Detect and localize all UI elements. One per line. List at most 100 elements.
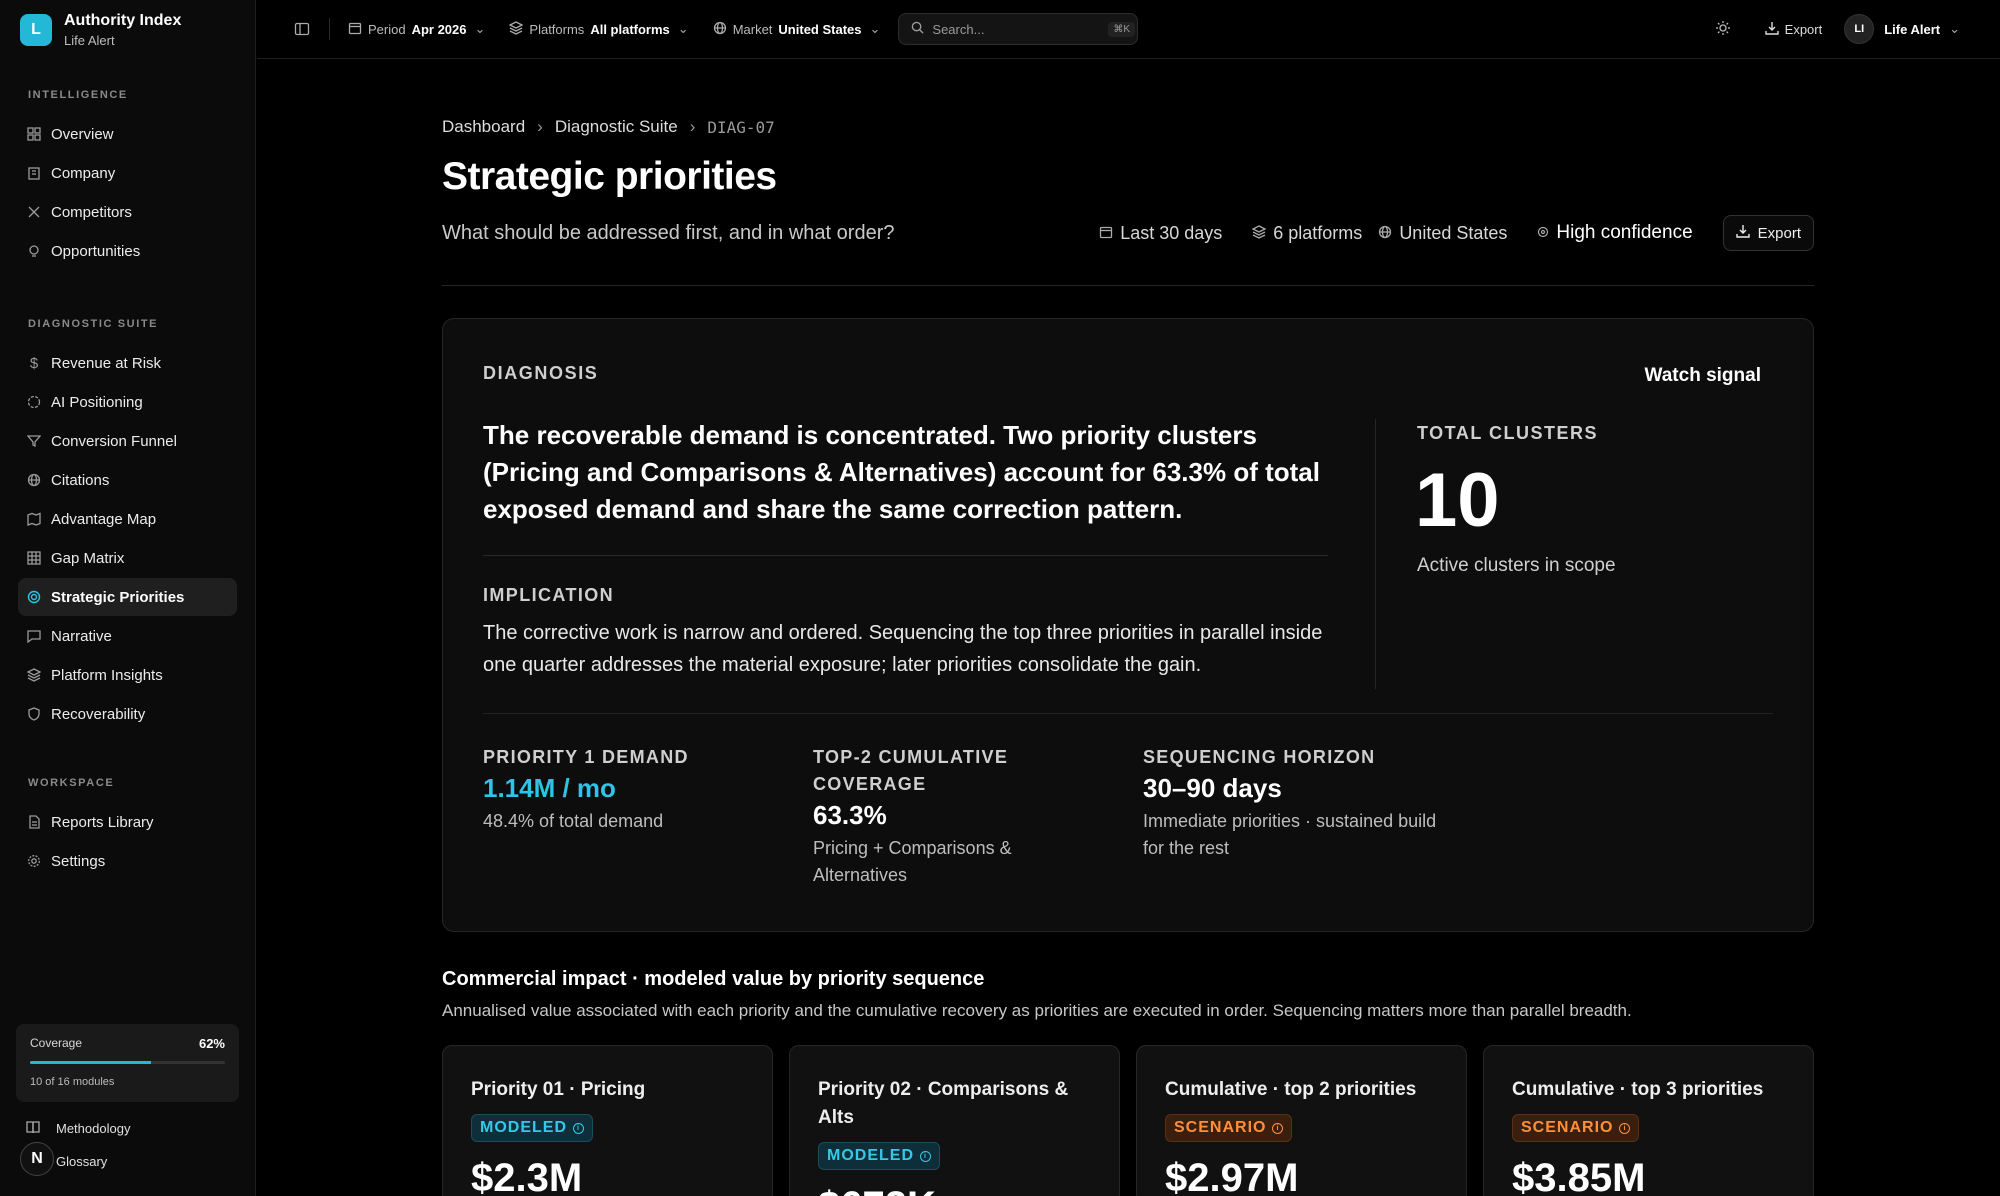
chevron-down-icon: ⌄	[1949, 21, 1960, 36]
coverage-progress-fill	[30, 1061, 151, 1064]
brand-title: Authority Index	[64, 11, 182, 29]
stat-label: TOP-2 CUMULATIVE COVERAGE	[813, 747, 1009, 794]
meta-range-label: Last 30 days	[1120, 222, 1223, 243]
sidebar-item-conversion-funnel[interactable]: Conversion Funnel	[18, 422, 237, 460]
impact-card[interactable]: Priority 01 · Pricing MODELED i $2.3M	[442, 1045, 773, 1196]
modeled-badge[interactable]: MODELED i	[471, 1114, 593, 1142]
sidebar-item-label: Revenue at Risk	[51, 354, 162, 372]
platforms-value: All platforms	[590, 21, 670, 37]
n-badge[interactable]: N	[20, 1142, 54, 1176]
nav-section-label: WORKSPACE	[28, 777, 115, 789]
search-box[interactable]: ⌘K	[898, 13, 1139, 45]
sidebar-item-advantage-map[interactable]: Advantage Map	[18, 500, 237, 538]
layers-icon	[26, 667, 42, 683]
breadcrumb-diagnostic-suite[interactable]: Diagnostic Suite	[555, 117, 678, 137]
breadcrumb-dashboard[interactable]: Dashboard	[442, 117, 525, 137]
sidebar-item-platform-insights[interactable]: Platform Insights	[18, 656, 237, 694]
glossary-link[interactable]: Glossary	[56, 1154, 107, 1169]
impact-card[interactable]: Cumulative · top 3 priorities SCENARIO i …	[1483, 1045, 1814, 1196]
sidebar-item-label: Company	[51, 164, 116, 182]
avatar: LI	[1844, 14, 1875, 44]
sidebar-item-overview[interactable]: Overview	[18, 115, 237, 153]
theme-toggle-icon[interactable]	[1715, 20, 1731, 39]
total-clusters-value: 10	[1415, 458, 1500, 543]
sidebar-item-citations[interactable]: Citations	[18, 461, 237, 499]
sidebar-item-label: Gap Matrix	[51, 549, 125, 567]
coverage-subtext: 10 of 16 modules	[30, 1076, 115, 1088]
sidebar-item-settings[interactable]: Settings	[18, 842, 237, 880]
chevron-down-icon: ⌄	[474, 21, 486, 36]
sidebar-item-ai-positioning[interactable]: AI Positioning	[18, 383, 237, 421]
meta-platforms: 6 platforms	[1251, 222, 1363, 244]
badge-label: MODELED	[480, 1119, 567, 1136]
brand-logo: L	[20, 13, 52, 46]
meta-confidence-label: High confidence	[1556, 222, 1693, 243]
commercial-impact-title: Commercial impact · modeled value by pri…	[442, 968, 985, 990]
info-icon: i	[1619, 1122, 1631, 1134]
sidebar-item-label: Platform Insights	[51, 666, 163, 684]
info-icon: i	[573, 1122, 584, 1134]
coverage-label: Coverage	[30, 1036, 83, 1050]
sidebar-item-strategic-priorities[interactable]: Strategic Priorities	[18, 578, 237, 616]
sidebar-item-label: Advantage Map	[51, 510, 157, 528]
search-input[interactable]	[932, 21, 1109, 37]
search-icon	[911, 21, 924, 37]
stat-value: 30–90 days	[1143, 773, 1282, 803]
impact-card[interactable]: Cumulative · top 2 priorities SCENARIO i …	[1136, 1045, 1467, 1196]
sidebar-item-competitors[interactable]: Competitors	[18, 193, 237, 231]
sidebar-item-revenue-at-risk[interactable]: $ Revenue at Risk	[18, 344, 237, 382]
stat-sub: Immediate priorities · sustained build f…	[1143, 811, 1437, 858]
table-icon	[26, 550, 42, 566]
platforms-filter[interactable]: Platforms All platforms ⌄	[508, 20, 689, 38]
card-title: Priority 01 · Pricing	[471, 1079, 646, 1100]
watch-signal-button[interactable]: Watch signal	[1645, 365, 1761, 387]
topbar: Period Apr 2026 ⌄ Platforms All platform…	[257, 0, 2000, 59]
globe-icon	[26, 472, 42, 488]
shield-icon	[26, 706, 42, 722]
methodology-link[interactable]: Methodology	[26, 1120, 130, 1137]
sidebar-item-label: Citations	[51, 471, 110, 489]
period-filter[interactable]: Period Apr 2026 ⌄	[348, 21, 485, 38]
user-menu[interactable]: LI Life Alert ⌄	[1844, 14, 1960, 44]
divider	[483, 555, 1328, 556]
impact-card[interactable]: Priority 02 · Comparisons & Alts MODELED…	[789, 1045, 1120, 1196]
page-subtitle: What should be addressed first, and in w…	[442, 221, 895, 244]
sidebar-toggle-icon[interactable]	[293, 20, 311, 38]
modeled-badge[interactable]: MODELED i	[818, 1142, 940, 1170]
meta-confidence: High confidence	[1537, 222, 1693, 244]
meta-market-label: United States	[1399, 222, 1508, 243]
export-label: Export	[1784, 21, 1823, 37]
meta-range: Last 30 days	[1099, 223, 1222, 244]
layers-icon	[508, 20, 524, 38]
brand[interactable]: L Authority Index Life Alert	[0, 0, 255, 59]
card-title: Cumulative · top 3 priorities	[1512, 1079, 1764, 1100]
sidebar: L Authority Index Life Alert INTELLIGENC…	[0, 0, 256, 1196]
sidebar-item-reports-library[interactable]: Reports Library	[18, 803, 237, 841]
export-button[interactable]: Export	[1722, 215, 1814, 251]
circle-dashed-icon	[26, 394, 42, 410]
scenario-badge[interactable]: SCENARIO i	[1512, 1114, 1640, 1142]
breadcrumb: Dashboard › Diagnostic Suite › DIAG-07	[442, 117, 1814, 137]
sidebar-item-company[interactable]: Company	[18, 154, 237, 192]
sidebar-item-gap-matrix[interactable]: Gap Matrix	[18, 539, 237, 577]
sidebar-item-recoverability[interactable]: Recoverability	[18, 695, 237, 733]
sidebar-item-opportunities[interactable]: Opportunities	[18, 232, 237, 270]
confidence-icon	[1537, 222, 1549, 244]
divider	[442, 285, 1814, 286]
book-icon	[26, 1120, 42, 1137]
sidebar-item-label: Settings	[51, 852, 106, 870]
total-clusters-label: TOTAL CLUSTERS	[1417, 423, 1599, 443]
chevron-down-icon: ⌄	[677, 21, 689, 36]
card-title: Cumulative · top 2 priorities	[1165, 1079, 1417, 1100]
badge-label: SCENARIO	[1521, 1119, 1614, 1136]
chevron-right-icon: ›	[537, 117, 543, 136]
market-filter[interactable]: Market United States ⌄	[713, 21, 880, 38]
scenario-badge[interactable]: SCENARIO i	[1165, 1114, 1293, 1142]
topbar-export-button[interactable]: Export	[1764, 21, 1823, 38]
stat-value: 1.14M / mo	[483, 773, 616, 803]
meta-platforms-label: 6 platforms	[1273, 222, 1363, 243]
meta-market: United States	[1378, 223, 1507, 244]
info-icon: i	[920, 1150, 931, 1162]
gear-icon	[26, 853, 42, 869]
sidebar-item-narrative[interactable]: Narrative	[18, 617, 237, 655]
